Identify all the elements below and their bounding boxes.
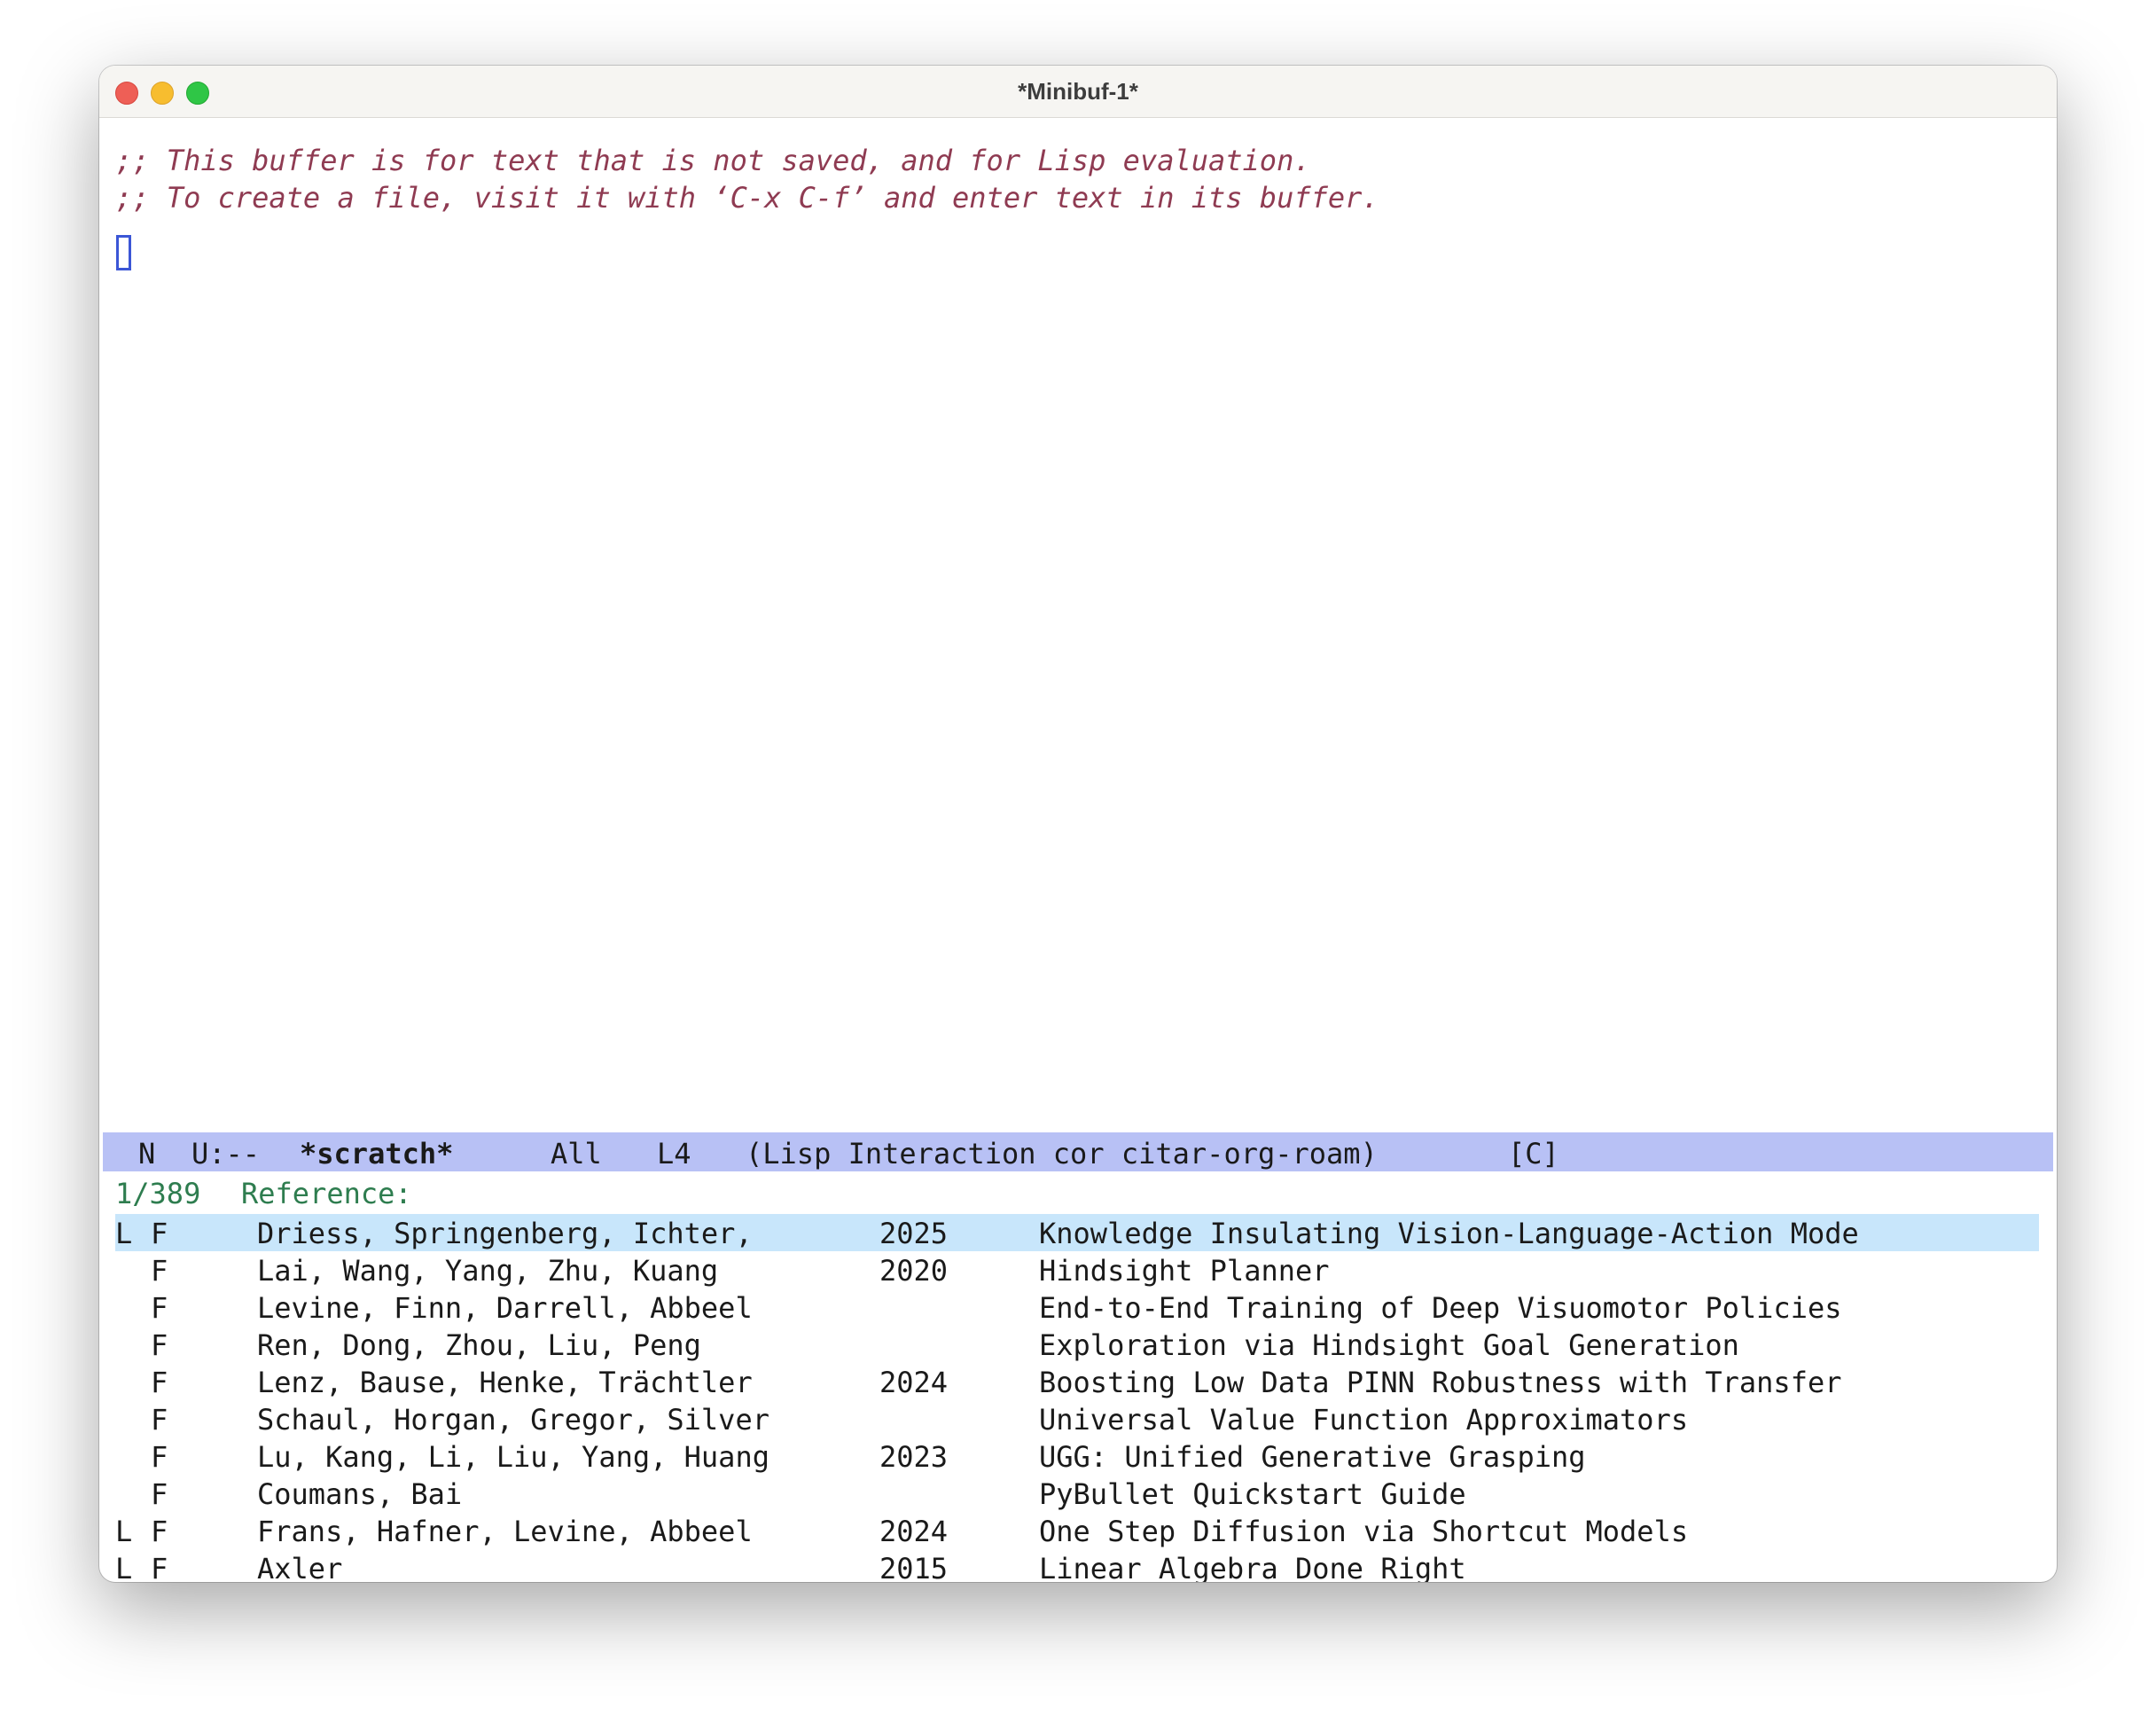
title-bar[interactable]: *Minibuf-1* [99,66,2057,118]
candidate-row[interactable]: F Lenz, Bause, Henke, Trächtler 2024 Boo… [115,1363,2039,1400]
text-cursor [116,235,131,270]
buffer-status: U:-- [191,1137,261,1171]
candidate-flag-f: F [151,1440,168,1474]
candidate-flag-f: F [151,1403,168,1437]
candidate-title: Hindsight Planner [1039,1254,1330,1288]
candidate-flag-f: F [151,1552,168,1582]
comment-line-1: ;; This buffer is for text that is not s… [115,144,1311,177]
candidate-authors: Levine, Finn, Darrell, Abbeel [257,1291,753,1325]
candidate-flag-f: F [151,1254,168,1288]
candidate-flag-f: F [151,1291,168,1325]
candidate-authors: Lenz, Bause, Henke, Trächtler [257,1366,753,1399]
candidate-year: 2024 [879,1515,949,1548]
minibuffer[interactable]: 1/389 Reference: L F Driess, Springenber… [99,1171,2057,1582]
candidate-title: Universal Value Function Approximators [1039,1403,1689,1437]
buffer-name[interactable]: *scratch* [300,1137,453,1171]
candidate-authors: Schaul, Horgan, Gregor, Silver [257,1403,769,1437]
candidate-title: End-to-End Training of Deep Visuomotor P… [1039,1291,1842,1325]
candidate-authors: Ren, Dong, Zhou, Liu, Peng [257,1328,701,1362]
window-title: *Minibuf-1* [1018,78,1138,105]
candidate-row[interactable]: F Levine, Finn, Darrell, Abbeel End-to-E… [115,1288,2039,1326]
candidate-title: PyBullet Quickstart Guide [1039,1477,1466,1511]
candidate-year: 2020 [879,1254,949,1288]
candidate-title: Linear Algebra Done Right [1039,1552,1466,1582]
candidate-flag-l: L [115,1515,133,1548]
candidate-year: 2025 [879,1217,949,1250]
major-minor-modes[interactable]: (Lisp Interaction cor citar-org-roam) [746,1137,1378,1171]
mode-line: N U:-- *scratch* All L4 (Lisp Interactio… [103,1132,2053,1171]
candidate-year: 2023 [879,1440,949,1474]
candidate-authors: Lu, Kang, Li, Liu, Yang, Huang [257,1440,769,1474]
comment-line-2: ;; To create a file, visit it with ‘C-x … [115,181,1379,215]
candidate-flag-f: F [151,1217,168,1250]
candidate-flag-l: L [115,1217,133,1250]
candidate-row[interactable]: F Lu, Kang, Li, Liu, Yang, Huang 2023 UG… [115,1437,2039,1475]
candidate-title: Exploration via Hindsight Goal Generatio… [1039,1328,1739,1362]
candidate-authors: Lai, Wang, Yang, Zhu, Kuang [257,1254,719,1288]
candidate-row[interactable]: F Lai, Wang, Yang, Zhu, Kuang 2020 Hinds… [115,1251,2039,1288]
candidate-flag-f: F [151,1477,168,1511]
candidate-flag-f: F [151,1515,168,1548]
candidate-count: 1/389 [115,1177,201,1210]
candidate-title: Knowledge Insulating Vision-Language-Act… [1039,1217,1859,1250]
candidate-title: UGG: Unified Generative Grasping [1039,1440,1586,1474]
candidate-row[interactable]: F Schaul, Horgan, Gregor, Silver Univers… [115,1400,2039,1437]
evil-state: N [138,1137,156,1171]
line-number: L4 [657,1137,691,1171]
candidate-flag-f: F [151,1366,168,1399]
candidate-row[interactable]: F Ren, Dong, Zhou, Liu, Peng Exploration… [115,1326,2039,1363]
candidate-authors: Driess, Springenberg, Ichter, [257,1217,753,1250]
candidate-row-selected[interactable]: L F Driess, Springenberg, Ichter, 2025 K… [115,1214,2039,1251]
minibuffer-prompt: Reference: [241,1177,412,1210]
candidate-year: 2015 [879,1552,949,1582]
candidate-flag-l: L [115,1552,133,1582]
candidate-authors: Coumans, Bai [257,1477,463,1511]
candidate-flag-f: F [151,1328,168,1362]
candidate-row[interactable]: L F Frans, Hafner, Levine, Abbeel 2024 O… [115,1512,2039,1549]
buffer-position: All [551,1137,602,1171]
candidate-year: 2024 [879,1366,949,1399]
candidate-authors: Axler [257,1552,343,1582]
candidate-title: Boosting Low Data PINN Robustness with T… [1039,1366,1842,1399]
candidate-authors: Frans, Hafner, Levine, Abbeel [257,1515,753,1548]
emacs-window: *Minibuf-1* ;; This buffer is for text t… [99,66,2057,1582]
candidate-row[interactable]: L F Axler 2015 Linear Algebra Done Right [115,1549,2039,1582]
candidate-title: One Step Diffusion via Shortcut Models [1039,1515,1689,1548]
candidate-row[interactable]: F Coumans, Bai PyBullet Quickstart Guide [115,1475,2039,1512]
mode-indicator: [C] [1508,1137,1559,1171]
